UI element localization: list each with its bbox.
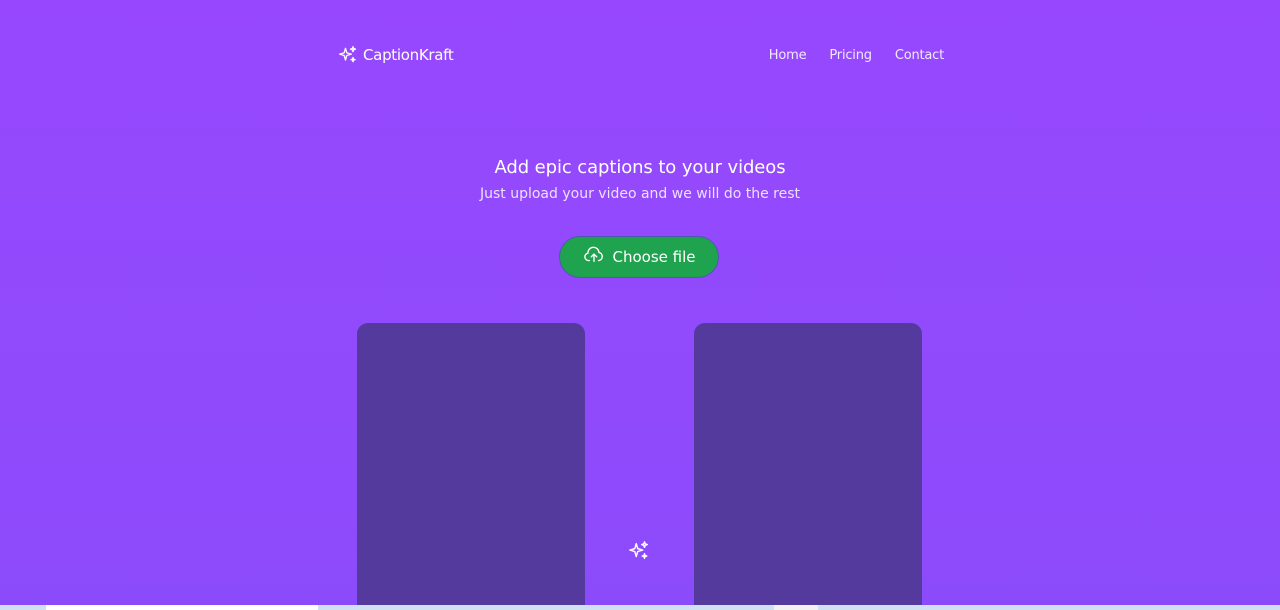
- strip-segment: [46, 605, 318, 610]
- sparkles-icon: [338, 45, 358, 65]
- choose-file-button[interactable]: Choose file: [559, 236, 719, 278]
- brand-logo-link[interactable]: CaptionKraft: [338, 45, 454, 65]
- original-video-panel: [357, 323, 585, 610]
- nav-link-contact[interactable]: Contact: [895, 48, 944, 63]
- hero-subtitle: Just upload your video and we will do th…: [479, 186, 801, 202]
- cloud-upload-icon: [583, 244, 605, 270]
- strip-segment: [774, 605, 818, 610]
- sparkles-icon: [628, 540, 650, 562]
- brand-name: CaptionKraft: [363, 46, 454, 64]
- bottom-edge-strip: [0, 605, 1280, 610]
- nav-link-pricing[interactable]: Pricing: [829, 48, 872, 63]
- nav-link-home[interactable]: Home: [769, 48, 807, 63]
- main-nav: Home Pricing Contact: [769, 48, 944, 63]
- site-header: CaptionKraft Home Pricing Contact: [338, 42, 944, 68]
- captioned-video-panel: [694, 323, 922, 610]
- hero-title: Add epic captions to your videos: [494, 157, 786, 178]
- choose-file-label: Choose file: [612, 248, 696, 266]
